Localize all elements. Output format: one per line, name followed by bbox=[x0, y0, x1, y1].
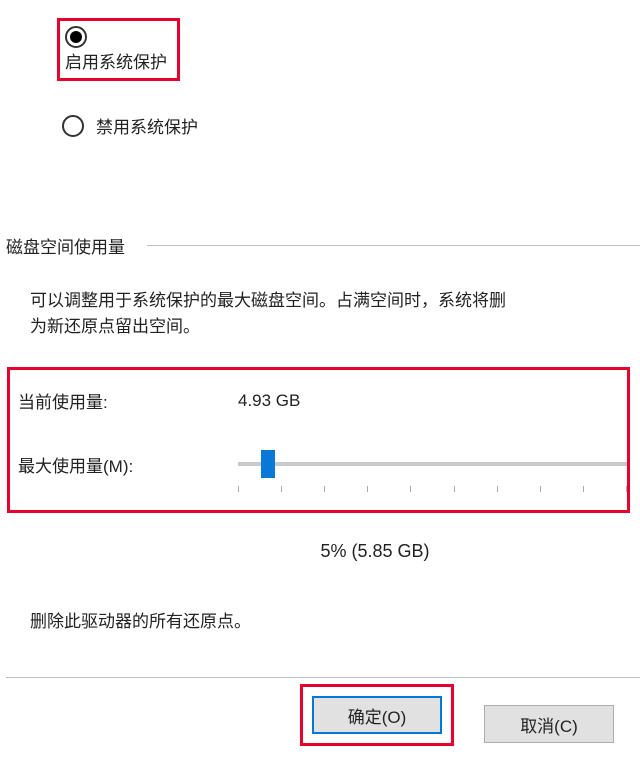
max-usage-slider[interactable] bbox=[238, 448, 627, 480]
percent-value: 5% (5.85 GB) bbox=[110, 541, 640, 562]
slider-thumb[interactable] bbox=[261, 450, 275, 478]
delete-restore-points-text: 删除此驱动器的所有还原点。 bbox=[0, 607, 640, 632]
cancel-button[interactable]: 取消(C) bbox=[484, 705, 614, 743]
radio-circle-icon bbox=[65, 26, 87, 48]
ok-button[interactable]: 确定(O) bbox=[312, 696, 442, 734]
enable-protection-radio[interactable]: 启用系统保护 bbox=[57, 18, 180, 81]
slider-track bbox=[238, 462, 627, 466]
cancel-button-wrap: 取消(C) bbox=[484, 693, 614, 746]
usage-block: 当前使用量: 4.93 GB 最大使用量(M): bbox=[7, 367, 630, 513]
current-usage-row: 当前使用量: 4.93 GB bbox=[18, 388, 627, 413]
desc-line-1: 可以调整用于系统保护的最大磁盘空间。占满空间时，系统将删 bbox=[30, 291, 506, 310]
ok-button-wrap: 确定(O) bbox=[300, 684, 454, 746]
disk-usage-section-header: 磁盘空间使用量 bbox=[0, 233, 640, 258]
max-usage-label: 最大使用量(M): bbox=[18, 452, 238, 477]
restore-settings-group: 启用系统保护 禁用系统保护 bbox=[0, 0, 640, 138]
radio-circle-icon bbox=[62, 115, 84, 137]
desc-line-2: 为新还原点留出空间。 bbox=[30, 317, 200, 336]
dialog-buttons: 确定(O) 取消(C) bbox=[0, 678, 640, 746]
disk-usage-description: 可以调整用于系统保护的最大磁盘空间。占满空间时，系统将删 为新还原点留出空间。 bbox=[0, 288, 640, 339]
disable-protection-label: 禁用系统保护 bbox=[96, 113, 198, 138]
current-usage-value: 4.93 GB bbox=[238, 391, 300, 411]
divider-line bbox=[147, 245, 640, 246]
slider-ticks bbox=[238, 486, 627, 492]
current-usage-label: 当前使用量: bbox=[18, 388, 238, 413]
disk-usage-title: 磁盘空间使用量 bbox=[6, 233, 125, 258]
enable-protection-label: 启用系统保护 bbox=[65, 53, 167, 72]
disable-protection-radio[interactable]: 禁用系统保护 bbox=[62, 113, 640, 138]
max-usage-row: 最大使用量(M): bbox=[18, 448, 627, 480]
